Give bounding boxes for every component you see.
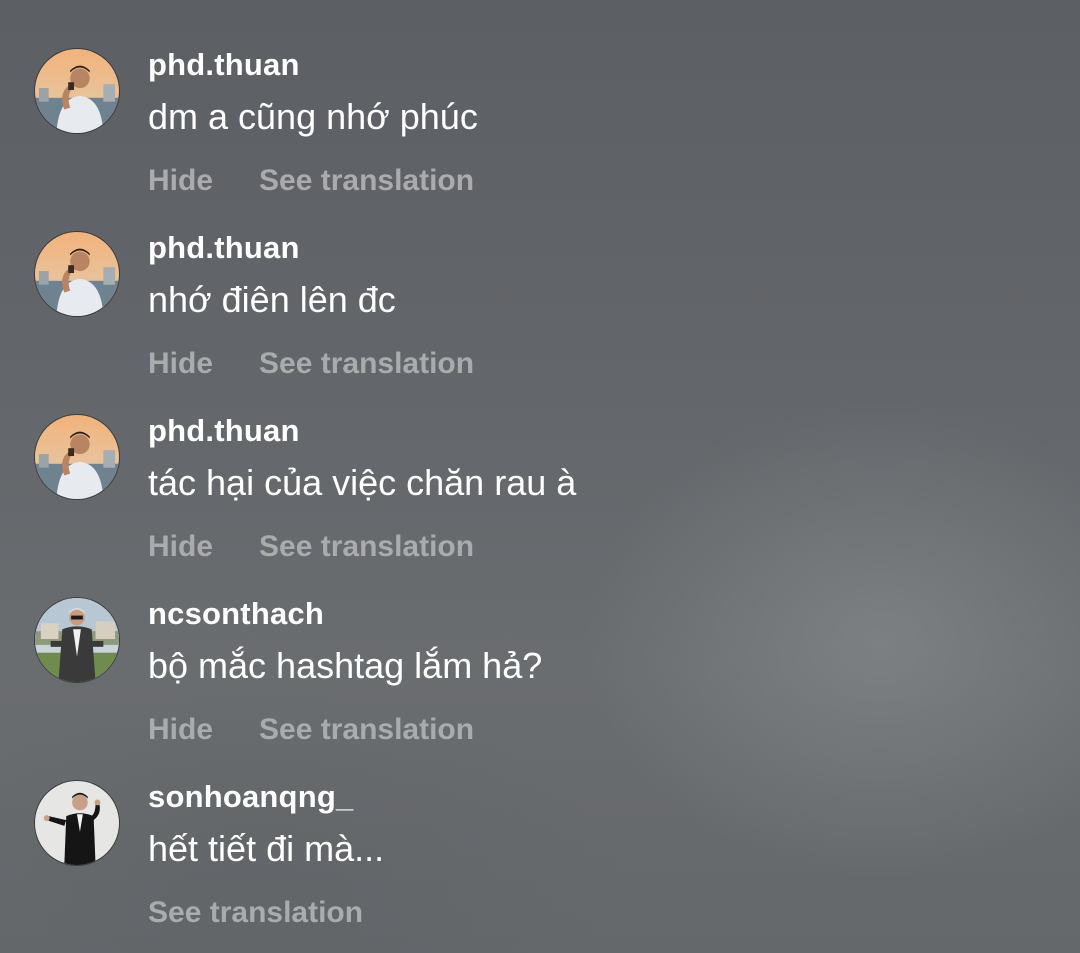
avatar[interactable] — [34, 231, 120, 317]
comment-list: phd.thuan dm a cũng nhớ phúc Hide See tra… — [0, 0, 1080, 953]
comment-item: phd.thuan dm a cũng nhớ phúc Hide See tra… — [0, 0, 1080, 197]
avatar-image — [35, 598, 119, 682]
avatar-image — [35, 415, 119, 499]
comment-username[interactable]: sonhoanqng_ — [148, 779, 353, 815]
avatar-image — [35, 49, 119, 133]
comment-text: nhớ điên lên đc — [148, 279, 396, 320]
comment-item: phd.thuan nhớ điên lên đc Hide See transl… — [0, 183, 1080, 380]
comment-item: ncsonthach bộ mắc hashtag lắm hả? Hide Se… — [0, 549, 1080, 746]
comment-item: phd.thuan tác hại của việc chăn rau à Hi… — [0, 366, 1080, 563]
avatar[interactable] — [34, 780, 120, 866]
avatar[interactable] — [34, 414, 120, 500]
avatar[interactable] — [34, 597, 120, 683]
comment-text: dm a cũng nhớ phúc — [148, 96, 478, 137]
comment-text: bộ mắc hashtag lắm hả? — [148, 645, 543, 686]
comment-username[interactable]: phd.thuan — [148, 413, 300, 449]
comment-username[interactable]: phd.thuan — [148, 230, 300, 266]
avatar-image — [35, 232, 119, 316]
comment-item: sonhoanqng_ hết tiết đi mà... See transl… — [0, 732, 1080, 929]
comment-text: hết tiết đi mà... — [148, 828, 385, 869]
comment-username[interactable]: ncsonthach — [148, 596, 324, 632]
avatar-image — [35, 781, 119, 865]
comment-text: tác hại của việc chăn rau à — [148, 462, 577, 503]
comment-actions: See translation — [148, 896, 363, 930]
comment-username[interactable]: phd.thuan — [148, 47, 300, 83]
avatar[interactable] — [34, 48, 120, 134]
see-translation-button[interactable]: See translation — [148, 896, 363, 930]
